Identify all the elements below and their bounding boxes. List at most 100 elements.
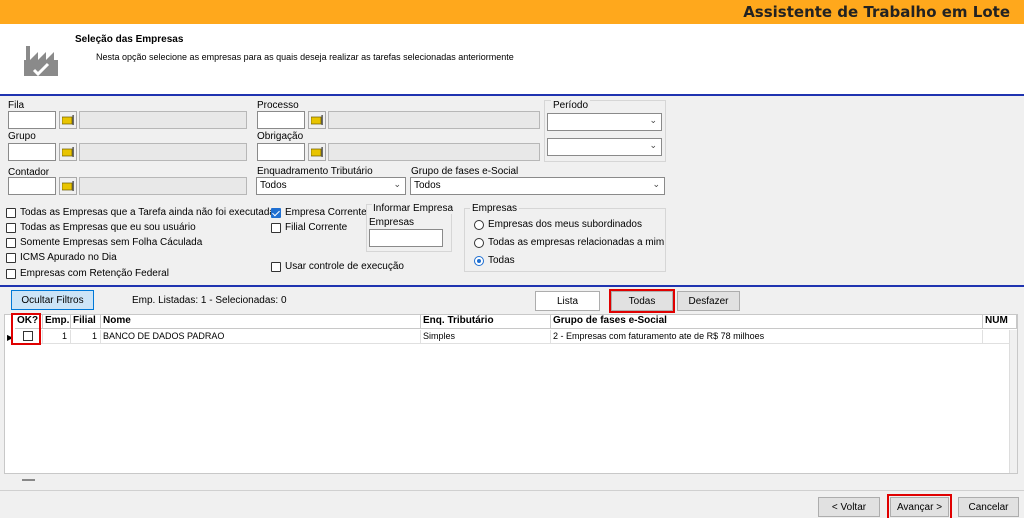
wizard-footer: < Voltar Avançar > Cancelar [0,490,1024,518]
row-pointer-icon: ▶ [7,333,14,342]
checkbox-label: Empresas com Retenção Federal [20,268,169,279]
empresas-group-title: Empresas [470,203,520,214]
column-header[interactable]: Grupo de fases e-Social [551,315,983,329]
column-header[interactable]: Filial [71,315,101,329]
fila-input[interactable] [8,111,56,129]
processo-label: Processo [257,100,299,111]
chevron-down-icon: ⌄ [649,115,657,125]
checkbox-icms-apurado[interactable]: ICMS Apurado no Dia [6,252,117,263]
informar-empresa-title: Informar Empresa [372,203,455,214]
ocultar-filtros-button[interactable]: Ocultar Filtros [11,290,94,310]
status-text: Emp. Listadas: 1 - Selecionadas: 0 [132,295,287,306]
checkbox-label: Todas as Empresas que eu sou usuário [20,222,196,233]
companies-grid[interactable]: OK? Emp. Filial Nome Enq. Tributário Gru… [4,314,1018,474]
radio-subordinados[interactable]: Empresas dos meus subordinados [474,219,642,230]
voltar-button[interactable]: < Voltar [818,497,880,517]
factory-icon [22,40,62,83]
enquadramento-label: Enquadramento Tributário [257,166,373,177]
column-header[interactable]: OK? [15,315,43,329]
chevron-down-icon: ⌄ [649,140,657,150]
radio-todas[interactable]: Todas [474,255,515,266]
checkbox-retencao-federal[interactable]: Empresas com Retenção Federal [6,268,169,279]
table-cell-ok[interactable] [15,330,43,344]
title-bar: Assistente de Trabalho em Lote [0,0,1024,24]
chevron-down-icon: ⌄ [393,179,401,189]
radio-label: Empresas dos meus subordinados [488,219,642,230]
window-title: Assistente de Trabalho em Lote [743,3,1010,21]
checkbox-sou-usuario[interactable]: Todas as Empresas que eu sou usuário [6,222,196,233]
checkbox-filial-corrente[interactable]: Filial Corrente [271,222,347,233]
lista-button[interactable]: Lista [535,291,600,311]
table-cell: 2 - Empresas com faturamento ate de R$ 7… [551,330,983,344]
checkbox-controle-execucao[interactable]: Usar controle de execução [271,261,404,272]
informar-empresas-label: Empresas [369,217,415,228]
radio-relacionadas[interactable]: Todas as empresas relacionadas a mim [474,237,664,248]
obrigacao-description [328,143,540,161]
checkbox-box[interactable] [271,261,281,272]
periodo-start-select[interactable]: ⌄ [547,113,662,131]
desfazer-button[interactable]: Desfazer [677,291,740,311]
checkbox-tarefa-nao-executada[interactable]: Todas as Empresas que a Tarefa ainda não… [6,207,275,218]
folder-picker-icon[interactable] [59,177,77,195]
enquadramento-value: Todos [260,180,287,191]
radio-dot[interactable] [474,219,484,230]
grupo-fases-label: Grupo de fases e-Social [411,166,519,177]
table-cell: 1 [43,330,71,344]
table-cell: BANCO DE DADOS PADRAO [101,330,421,344]
checkbox-box[interactable] [271,222,281,233]
checkbox-label: Empresa Corrente [285,207,367,218]
checkbox-label: Usar controle de execução [285,261,404,272]
grupo-input[interactable] [8,143,56,161]
checkbox-label: Filial Corrente [285,222,348,233]
contador-input[interactable] [8,177,56,195]
row-checkbox[interactable] [23,331,33,341]
checkbox-box[interactable] [271,207,281,218]
radio-dot[interactable] [474,255,484,266]
checkbox-box[interactable] [6,207,16,218]
grupo-label: Grupo [8,131,36,142]
checkbox-box[interactable] [6,252,16,263]
obrigacao-input[interactable] [257,143,305,161]
folder-picker-icon[interactable] [59,111,77,129]
page-description: Nesta opção selecione as empresas para a… [96,52,514,62]
wizard-header: Seleção das Empresas Nesta opção selecio… [0,24,1024,94]
enquadramento-select[interactable]: Todos ⌄ [256,177,406,195]
cancelar-button[interactable]: Cancelar [958,497,1019,517]
checkbox-box[interactable] [6,268,16,279]
divider [0,94,1024,96]
vertical-scrollbar[interactable] [1009,330,1017,473]
divider [0,285,1024,287]
processo-description [328,111,540,129]
column-header[interactable]: Emp. [43,315,71,329]
checkbox-sem-folha[interactable]: Somente Empresas sem Folha Cáculada [6,237,202,248]
obrigacao-label: Obrigação [257,131,304,142]
radio-label: Todas [488,255,515,266]
processo-input[interactable] [257,111,305,129]
checkbox-box[interactable] [6,237,16,248]
fila-description [79,111,247,129]
table-cell: 1 [71,330,101,344]
radio-dot[interactable] [474,237,484,248]
periodo-end-select[interactable]: ⌄ [547,138,662,156]
chevron-down-icon: ⌄ [652,179,660,189]
checkbox-label: Todas as Empresas que a Tarefa ainda não… [20,207,275,218]
folder-picker-icon[interactable] [308,111,326,129]
checkbox-box[interactable] [6,222,16,233]
grupo-description [79,143,247,161]
page-title: Seleção das Empresas [75,34,184,45]
todas-button[interactable]: Todas [611,291,673,311]
folder-picker-icon[interactable] [308,143,326,161]
table-cell: Simples [421,330,551,344]
folder-picker-icon[interactable] [59,143,77,161]
radio-label: Todas as empresas relacionadas a mim [488,237,665,248]
grupo-fases-select[interactable]: Todos ⌄ [410,177,665,195]
grupo-fases-value: Todos [414,180,441,191]
collapse-handle[interactable] [22,479,35,481]
checkbox-empresa-corrente[interactable]: Empresa Corrente [271,207,367,218]
column-header[interactable]: NUM [983,315,1017,329]
informar-empresas-input[interactable] [369,229,443,247]
fila-label: Fila [8,100,25,111]
column-header[interactable]: Enq. Tributário [421,315,551,329]
column-header[interactable]: Nome [101,315,421,329]
avancar-button[interactable]: Avançar > [890,497,949,517]
